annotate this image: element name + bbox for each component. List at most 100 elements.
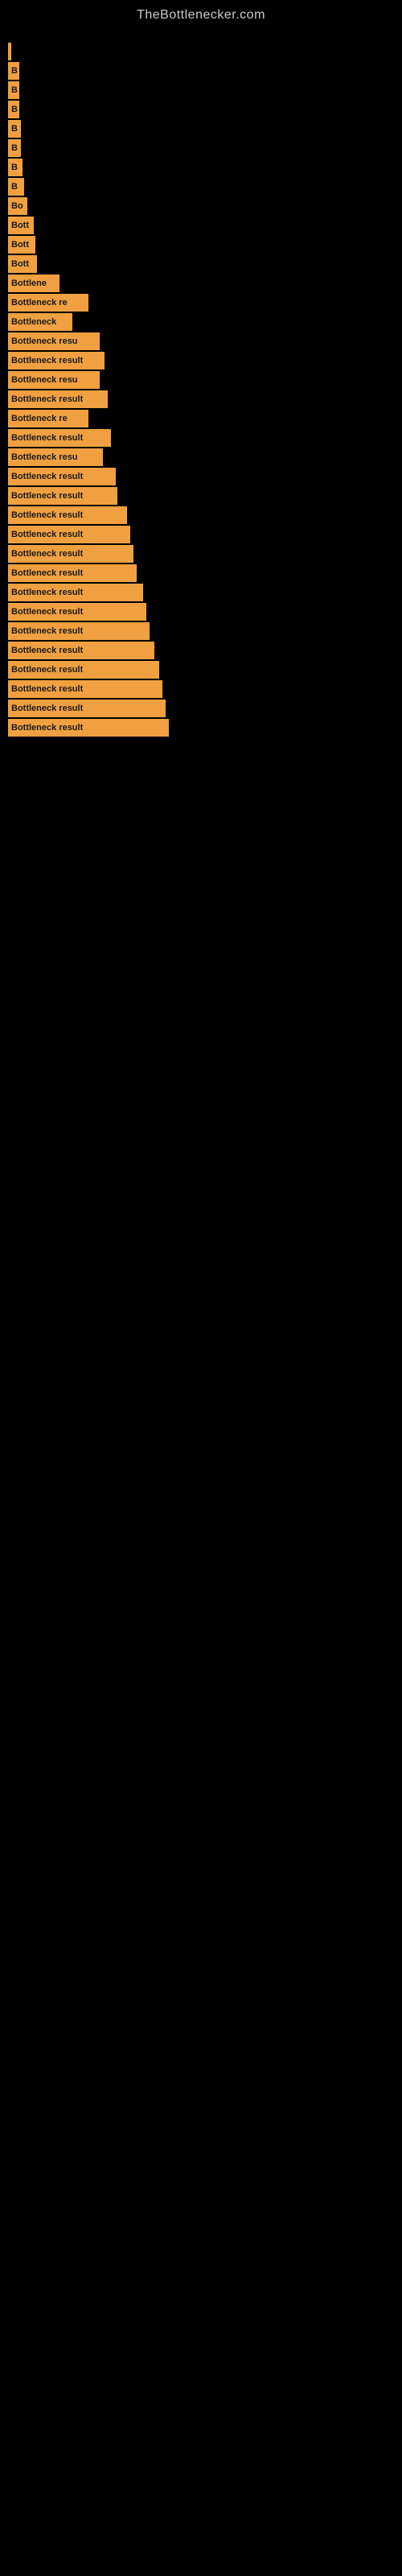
bar-label: Bottleneck resu [11,336,78,346]
bar: Bottleneck re [8,410,88,427]
bar-item: Bottleneck result [8,390,394,408]
bar-label: B [11,124,18,134]
bar-item: Bottleneck result [8,622,394,640]
bar-label: Bottleneck result [11,491,83,501]
bar-item: Bottleneck re [8,294,394,312]
bar-label: Bo [11,201,23,211]
site-title: TheBottlenecker.com [0,0,402,27]
bar: B [8,101,19,118]
bar-item: B [8,81,394,99]
bar: Bott [8,255,37,273]
bar [8,43,11,60]
bar: Bo [8,197,27,215]
bars-container: BBBBBBBBoBottBottBottBottleneBottleneck … [0,27,402,746]
bar-item: Bottleneck result [8,487,394,505]
bar-label: Bottleneck result [11,433,83,443]
bar-label: Bott [11,240,29,250]
bar-label: B [11,105,18,114]
bar-label: Bottleneck re [11,414,68,423]
bar-item: Bottleneck result [8,526,394,543]
bar-item: B [8,178,394,196]
bar-item: B [8,62,394,80]
bar: B [8,139,21,157]
bar: Bottleneck result [8,468,116,485]
bar-label: Bott [11,221,29,230]
bar-item [8,43,394,60]
bar-label: Bottleneck result [11,607,83,617]
bar-label: Bottleneck result [11,646,83,655]
bar: Bottleneck result [8,390,108,408]
bar-label: Bottleneck result [11,510,83,520]
bar: Bottleneck result [8,584,143,601]
bar: Bottleneck result [8,545,133,563]
bar-item: Bott [8,217,394,234]
bar-label: Bottleneck [11,317,56,327]
bar-item: Bottleneck result [8,429,394,447]
bar-item: Bottleneck re [8,410,394,427]
bar: Bottleneck result [8,506,127,524]
bar-item: B [8,139,394,157]
bar-label: Bottleneck result [11,665,83,675]
bar: B [8,120,21,138]
bar-label: Bottleneck result [11,356,83,365]
bar-item: Bottleneck resu [8,332,394,350]
bar-item: Bottlene [8,275,394,292]
bar: Bottleneck resu [8,371,100,389]
bar-label: B [11,163,18,172]
bar: Bottlene [8,275,59,292]
bar: Bott [8,236,35,254]
bar: B [8,159,23,176]
bar-label: B [11,143,18,153]
bar-item: Bottleneck result [8,584,394,601]
bar-item: Bottleneck result [8,564,394,582]
bar-item: Bottleneck [8,313,394,331]
bar-label: Bott [11,259,29,269]
bar-item: Bottleneck resu [8,371,394,389]
bar-item: Bottleneck result [8,719,394,737]
bar-label: Bottleneck resu [11,375,78,385]
bar-item: Bottleneck result [8,700,394,717]
bar-item: Bottleneck resu [8,448,394,466]
bar-label: Bottlene [11,279,47,288]
bar: Bottleneck result [8,680,162,698]
bar: Bottleneck [8,313,72,331]
bar-item: Bott [8,236,394,254]
bar-item: Bottleneck result [8,603,394,621]
bar: B [8,62,19,80]
bar-item: Bottleneck result [8,642,394,659]
bar: B [8,81,19,99]
bar-label: Bottleneck result [11,530,83,539]
bar-label: Bottleneck result [11,568,83,578]
bar-item: B [8,101,394,118]
bar-item: Bottleneck result [8,545,394,563]
bar: Bottleneck resu [8,332,100,350]
bar: Bottleneck result [8,642,154,659]
bar-label: Bottleneck result [11,704,83,713]
bar: Bottleneck result [8,719,169,737]
bar-label: Bottleneck resu [11,452,78,462]
bar: Bottleneck result [8,564,137,582]
bar-item: Bottleneck result [8,468,394,485]
bar: Bottleneck re [8,294,88,312]
bar-label: Bottleneck result [11,472,83,481]
bar: Bottleneck result [8,526,130,543]
bar: Bottleneck result [8,352,105,369]
bar-label: Bottleneck result [11,394,83,404]
bar-item: B [8,159,394,176]
bar: Bottleneck result [8,603,146,621]
bar-item: Bottleneck result [8,352,394,369]
bar: Bottleneck result [8,429,111,447]
bar-label: B [11,85,18,95]
bar-item: Bott [8,255,394,273]
bar-item: B [8,120,394,138]
bar: Bottleneck result [8,622,150,640]
bar: B [8,178,24,196]
bar-label: Bottleneck result [11,723,83,733]
bar-label: B [11,182,18,192]
bar-item: Bottleneck result [8,506,394,524]
bar-item: Bo [8,197,394,215]
bar-label: Bottleneck result [11,684,83,694]
bar-label: Bottleneck result [11,588,83,597]
bar-label: Bottleneck result [11,549,83,559]
bar-label: Bottleneck result [11,626,83,636]
